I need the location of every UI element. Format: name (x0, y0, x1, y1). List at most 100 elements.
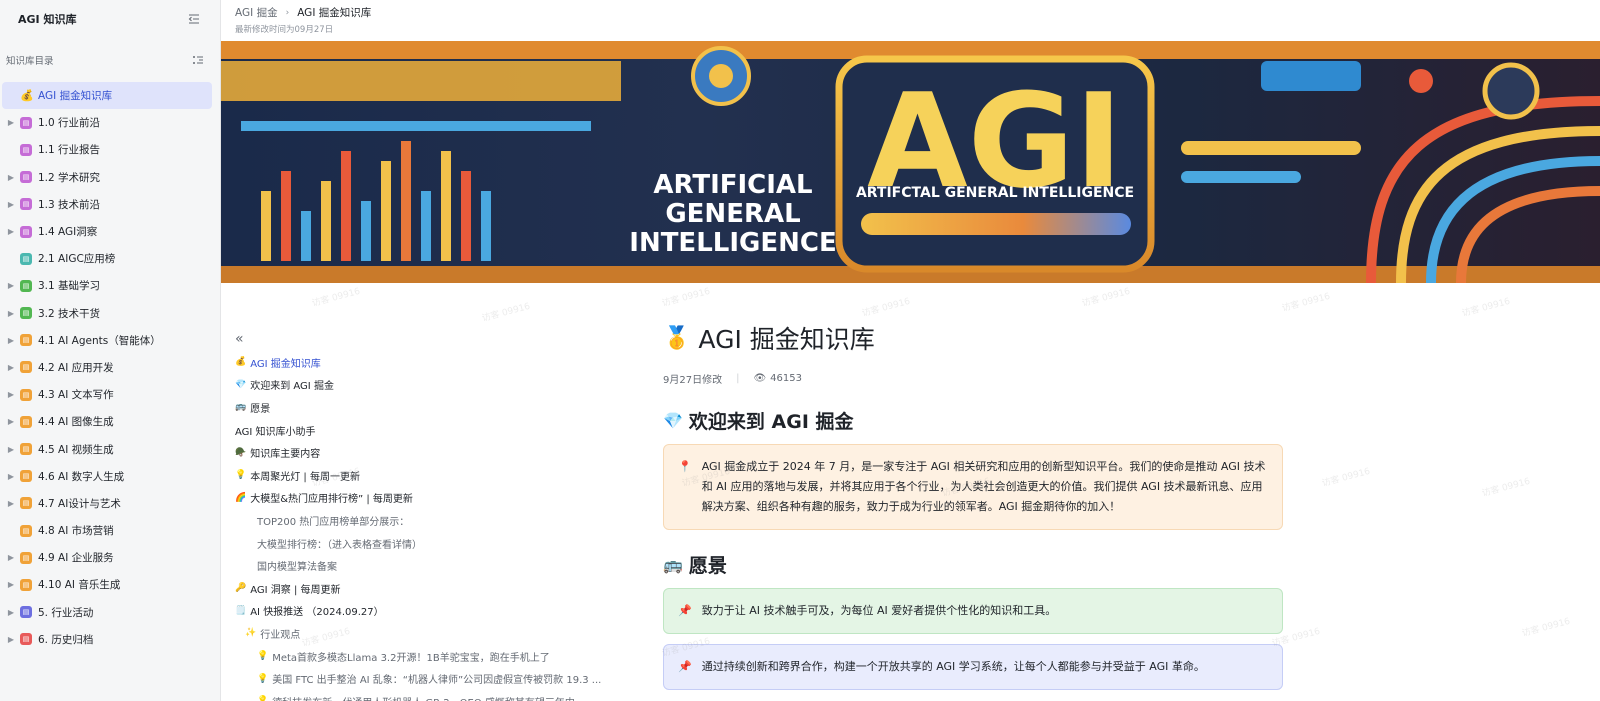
caret-right-icon[interactable]: ▶ (2, 472, 20, 481)
sidebar-item-label: 1.1 行业报告 (38, 144, 101, 157)
watermark-text: 访客 09916 (1480, 476, 1532, 500)
caret-right-icon[interactable]: ▶ (2, 499, 20, 508)
caret-right-icon[interactable]: ▶ (2, 553, 20, 562)
caret-right-icon[interactable]: ▶ (2, 390, 20, 399)
sidebar-item[interactable]: ▶ ▤ 4.1 AI Agents（智能体） (2, 327, 212, 354)
toc-item-label: 本周聚光灯 | 每周一更新 (250, 471, 360, 483)
doc-icon: ▤ (20, 307, 32, 320)
sidebar-item-label: 4.10 AI 音乐生成 (38, 579, 121, 592)
doc-icon: ▤ (20, 116, 32, 129)
doc-icon: ▤ (20, 279, 32, 292)
breadcrumb-root[interactable]: AGI 掘金 (235, 5, 278, 20)
toc-item-label: Meta首款多模态Llama 3.2开源！1B羊驼宝宝，跑在手机上了 (272, 652, 550, 664)
pin-icon: 📍 (678, 460, 692, 473)
watermark-text: 访客 09916 (1280, 291, 1332, 315)
toc-emoji-icon: 🌈 (235, 492, 247, 503)
caret-right-icon[interactable]: ▶ (2, 363, 20, 372)
watermark-text: 访客 09916 (1320, 466, 1372, 490)
sidebar-item[interactable]: ▶ ▤ 4.2 AI 应用开发 (2, 354, 212, 381)
meta-divider: | (736, 372, 740, 384)
doc-icon: ▤ (20, 578, 32, 591)
doc-meta: 9月27日修改 | 👁 46153 (663, 370, 1283, 386)
caret-right-icon[interactable]: ▶ (2, 281, 20, 290)
sidebar-item-label: 4.6 AI 数字人生成 (38, 470, 125, 483)
sidebar-item[interactable]: ▶ ▤ 4.7 AI设计与艺术 (2, 490, 212, 517)
toc-item-label: 愿景 (250, 403, 271, 415)
sidebar-item[interactable]: ▶ ▤ 1.4 AGI洞察 (2, 218, 212, 245)
sidebar-item[interactable]: ▶ ▤ 4.4 AI 图像生成 (2, 408, 212, 435)
doc-icon: ▤ (20, 225, 32, 238)
toc-emoji-icon: 💡 (257, 651, 269, 662)
toc-emoji-icon: 💎 (235, 379, 247, 390)
doc-icon: ▤ (20, 443, 32, 456)
toc-item[interactable]: 💡 美国 FTC 出手整治 AI 乱象：“机器人律师”公司因虚假宣传被罚款 19.… (235, 667, 615, 690)
toc-item[interactable]: 💰 AGI 掘金知识库 (235, 351, 615, 374)
vision-text-1: 致力于让 AI 技术触手可及，为每位 AI 爱好者提供个性化的知识和工具。 (701, 604, 1057, 617)
toc-item[interactable]: 💡 本周聚光灯 | 每周一更新 (235, 464, 615, 487)
doc-icon: ▤ (20, 334, 32, 347)
doc-icon: ▤ (20, 633, 32, 646)
vision-callout-1: 📌 致力于让 AI 技术触手可及，为每位 AI 爱好者提供个性化的知识和工具。 (663, 588, 1283, 634)
caret-right-icon[interactable]: ▶ (2, 336, 20, 345)
list-view-icon[interactable] (190, 52, 206, 68)
sidebar-item[interactable]: ▶ ▤ 1.3 技术前沿 (2, 191, 212, 218)
agi-banner-image: AGI ARTIFCTAL GENERAL INTELLIGENCE ARTIF… (221, 41, 1600, 283)
sidebar-item[interactable]: ▶💰AGI 掘金知识库 (2, 82, 212, 110)
caret-right-icon[interactable]: ▶ (2, 227, 20, 236)
toc-item-label: 美国 FTC 出手整治 AI 乱象：“机器人律师”公司因虚假宣传被罚款 19.3… (272, 675, 602, 687)
vision-heading-text: 愿景 (688, 554, 727, 577)
page-title: 🥇 AGI 掘金知识库 (663, 318, 1283, 358)
knowledge-base-title: AGI 知识库 (18, 13, 77, 26)
sidebar-item[interactable]: ▶ ▤ 4.3 AI 文本写作 (2, 381, 212, 408)
toc-item[interactable]: 国内模型算法备案 (235, 554, 615, 577)
toc-item[interactable]: 🚌 愿景 (235, 396, 615, 419)
sidebar-item[interactable]: ▶ ▤ 3.2 技术干货 (2, 300, 212, 327)
sidebar-item[interactable]: ▶ ▤ 1.2 学术研究 (2, 164, 212, 191)
toc-item[interactable]: TOP200 热门应用榜单部分展示： (235, 509, 615, 532)
caret-right-icon[interactable]: ▶ (2, 608, 20, 617)
sidebar-item[interactable]: ▶ ▤ 4.9 AI 企业服务 (2, 544, 212, 571)
caret-right-icon[interactable]: ▶ (2, 635, 20, 644)
sidebar-item[interactable]: ▶ ▤ 4.10 AI 音乐生成 (2, 571, 212, 598)
sidebar-item[interactable]: ▶ ▤ 4.5 AI 视频生成 (2, 435, 212, 462)
caret-right-icon[interactable]: ▶ (2, 417, 20, 426)
doc-icon: ▤ (20, 470, 32, 483)
caret-right-icon[interactable]: ▶ (2, 173, 20, 182)
cover-banner: AGI ARTIFCTAL GENERAL INTELLIGENCE ARTIF… (221, 41, 1600, 283)
sidebar-item[interactable]: ▶▤1.1 行业报告 (2, 136, 212, 163)
toc-item[interactable]: 🗒️ AI 快报推送 （2024.09.27） (235, 600, 615, 623)
caret-right-icon[interactable]: ▶ (2, 445, 20, 454)
sidebar-item[interactable]: ▶ ▤ 6. 历史归档 (2, 626, 212, 653)
toc-emoji-icon: 🔑 (235, 583, 247, 594)
toc-item[interactable]: 💎 欢迎来到 AGI 掘金 (235, 374, 615, 397)
breadcrumb: AGI 掘金 › AGI 掘金知识库 (235, 5, 1586, 20)
toc-item[interactable]: 🌈 大模型&热门应用排行榜” | 每周更新 (235, 487, 615, 510)
toc-emoji-icon: 🚌 (235, 402, 247, 413)
caret-right-icon[interactable]: ▶ (2, 118, 20, 127)
caret-right-icon[interactable]: ▶ (2, 309, 20, 318)
collapse-sidebar-icon[interactable] (186, 11, 202, 27)
sidebar-item[interactable]: ▶ ▤ 3.1 基础学习 (2, 272, 212, 299)
table-of-contents: « 💰 AGI 掘金知识库 💎 欢迎来到 AGI 掘金 🚌 愿景 AGI 知识库小助手 🪖 知识… (235, 332, 615, 701)
caret-right-icon[interactable]: ▶ (2, 200, 20, 209)
sidebar-item-label: 3.1 基础学习 (38, 280, 101, 293)
sidebar-item-label: 1.4 AGI洞察 (38, 226, 98, 239)
sidebar-item[interactable]: ▶ ▤ 4.6 AI 数字人生成 (2, 463, 212, 490)
sidebar-item[interactable]: ▶ ▤ 5. 行业活动 (2, 599, 212, 626)
sidebar-item[interactable]: ▶▤4.8 AI 市场营销 (2, 517, 212, 544)
toc-item[interactable]: 💡 Meta首款多模态Llama 3.2开源！1B羊驼宝宝，跑在手机上了 (235, 645, 615, 668)
sidebar-item[interactable]: ▶▤2.1 AIGC应用榜 (2, 245, 212, 272)
toc-item[interactable]: 🔑 AGI 洞察 | 每周更新 (235, 577, 615, 600)
toc-list: 💰 AGI 掘金知识库 💎 欢迎来到 AGI 掘金 🚌 愿景 AGI 知识库小助手 🪖 知识库主… (235, 351, 615, 701)
toc-item[interactable]: 🪖 知识库主要内容 (235, 441, 615, 464)
toc-item[interactable]: 💡 德科技发布新一代通用人形机器人 GR-2，OEO 感慨称其有望三年内... (235, 690, 615, 701)
sidebar-item[interactable]: ▶ ▤ 1.0 行业前沿 (2, 109, 212, 136)
toc-item[interactable]: AGI 知识库小助手 (235, 419, 615, 442)
doc-icon: ▤ (20, 361, 32, 374)
toc-item[interactable]: 大模型排行榜：（进入表格查看详情） (235, 532, 615, 555)
watermark-text: 访客 09916 (310, 286, 362, 310)
caret-right-icon[interactable]: ▶ (2, 580, 20, 589)
toc-item[interactable]: ✨ 行业观点 (235, 622, 615, 645)
collapse-toc-icon[interactable]: « (235, 332, 615, 347)
sidebar-item-label: 4.2 AI 应用开发 (38, 361, 114, 374)
